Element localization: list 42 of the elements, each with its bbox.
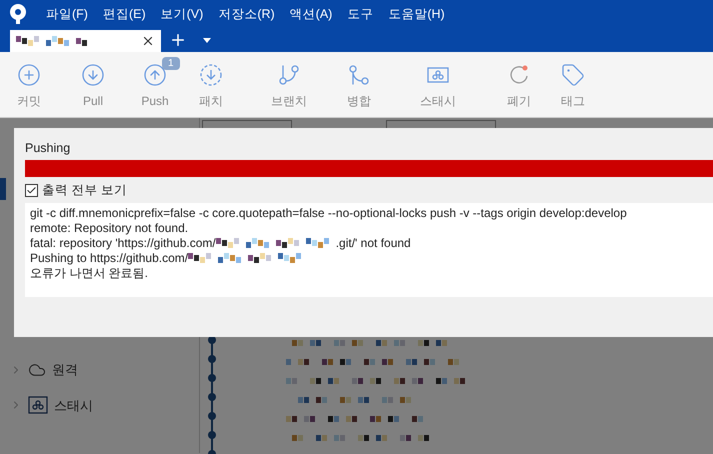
dropdown-icon[interactable] xyxy=(203,38,211,43)
app-logo xyxy=(8,3,28,25)
tag-icon xyxy=(561,63,585,87)
toolbar-button[interactable]: 스태시 xyxy=(420,63,456,110)
branch-icon xyxy=(277,63,301,87)
toolbar-button[interactable]: Pull xyxy=(81,63,105,110)
output-line: .git/' not found xyxy=(336,236,411,251)
menu-item[interactable]: 도구 xyxy=(341,4,380,24)
output-line: 오류가 나면서 완료됨. xyxy=(30,266,148,281)
menu-item[interactable]: 편집(E) xyxy=(96,4,152,24)
close-icon[interactable] xyxy=(141,34,155,48)
dialog-title: Pushing xyxy=(25,140,72,156)
output-line: fatal: repository 'https://github.com/ xyxy=(30,236,216,251)
repository-tab[interactable] xyxy=(10,28,161,52)
check-icon xyxy=(26,184,37,196)
plus-icon xyxy=(17,63,41,87)
menu-item[interactable]: 보기(V) xyxy=(154,4,210,24)
sidebar-item[interactable]: 원격 xyxy=(10,360,93,380)
menu-item[interactable]: 도움말(H) xyxy=(382,4,451,24)
toolbar-button[interactable]: 커밋 xyxy=(17,63,41,110)
show-full-output-checkbox[interactable]: 출력 전부 보기 xyxy=(25,181,713,200)
menu-item[interactable]: 저장소(R) xyxy=(212,4,281,24)
merge-icon xyxy=(347,63,371,87)
toolbar-button[interactable]: 폐기 xyxy=(507,63,531,110)
stash-icon xyxy=(28,396,48,414)
new-tab-icon[interactable] xyxy=(169,31,187,49)
dashed-arrow-down-icon xyxy=(199,63,223,87)
toolbar-button[interactable]: 브랜치 xyxy=(271,63,307,110)
output-line: remote: Repository not found. xyxy=(30,220,188,236)
output-line: Pushing to https://github.com/ xyxy=(30,250,188,266)
count-badge: 1 xyxy=(162,57,180,70)
selected-item-marker xyxy=(0,178,6,200)
menu-item[interactable]: 액션(A) xyxy=(284,4,338,24)
menu-item[interactable]: 파일(F) xyxy=(40,4,94,24)
sidebar-item[interactable]: 스태시 xyxy=(10,396,93,415)
toolbar-button[interactable]: 병합 xyxy=(347,63,371,110)
arrow-up-icon xyxy=(142,63,167,87)
toolbar-button[interactable]: 패치 xyxy=(199,63,223,110)
arrow-down-icon xyxy=(81,63,105,87)
toolbar-button[interactable]: 태그 xyxy=(561,63,585,110)
output-line: git -c diff.mnemonicprefix=false -c core.quotepath=false --no-optional-locks push -v --tags origin develop:develop xyxy=(30,206,627,221)
redacted-tab-title xyxy=(16,34,88,48)
